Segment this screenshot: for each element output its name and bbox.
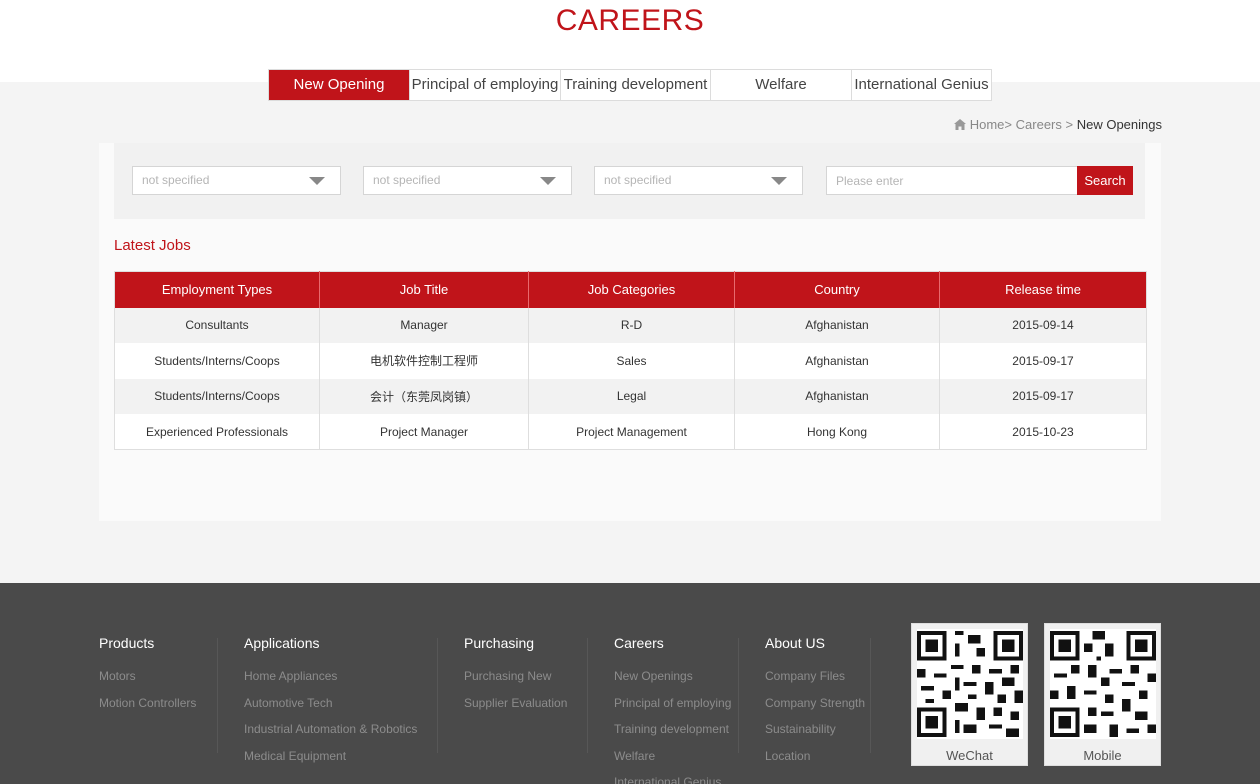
footer-link[interactable]: Industrial Automation & Robotics <box>244 716 417 743</box>
column-header-job-title: Job Title <box>319 271 529 308</box>
tab-training-development[interactable]: Training development <box>561 70 711 100</box>
cell-country: Hong Kong <box>734 414 940 450</box>
footer-col-about: About US Company Files Company Strength … <box>765 635 865 769</box>
footer-link[interactable]: Motion Controllers <box>99 690 196 717</box>
footer-link[interactable]: Welfare <box>614 743 731 770</box>
breadcrumb-careers[interactable]: Careers > <box>1016 117 1073 132</box>
footer-link[interactable]: Location <box>765 743 865 770</box>
job-category-select-value: not specified <box>373 173 441 187</box>
breadcrumb: Home> Careers > New Openings <box>953 117 1162 132</box>
page-title: CAREERS <box>555 4 705 37</box>
table-row[interactable]: Experienced Professionals Project Manage… <box>114 414 1147 450</box>
footer-col-purchasing: Purchasing Purchasing New Supplier Evalu… <box>464 635 567 716</box>
cell-country: Afghanistan <box>734 307 940 343</box>
tab-welfare[interactable]: Welfare <box>711 70 852 100</box>
chevron-down-icon <box>771 177 787 185</box>
cell-release-time: 2015-09-17 <box>1012 353 1074 368</box>
footer-link[interactable]: New Openings <box>614 663 731 690</box>
mobile-qr-code-icon <box>1050 629 1156 739</box>
home-icon <box>953 119 966 130</box>
footer: Products Motors Motion Controllers Appli… <box>0 583 1260 784</box>
employment-type-select-value: not specified <box>142 173 210 187</box>
mobile-qr-card: Mobile <box>1044 623 1161 766</box>
wechat-qr-card: WeChat <box>911 623 1028 766</box>
column-header-employment-types: Employment Types <box>114 271 320 308</box>
footer-heading-products[interactable]: Products <box>99 635 196 651</box>
wechat-qr-code-icon <box>917 629 1023 739</box>
cell-country: Afghanistan <box>734 378 940 414</box>
content-panel: not specified not specified not specifie… <box>99 143 1161 521</box>
footer-link[interactable]: International Genius <box>614 769 731 784</box>
cell-job-title[interactable]: Manager <box>319 307 529 343</box>
breadcrumb-home[interactable]: Home> <box>970 117 1012 132</box>
employment-type-select[interactable]: not specified <box>132 166 341 195</box>
table-row[interactable]: Students/Interns/Coops 电机软件控制工程师 Sales A… <box>114 343 1147 379</box>
cell-employment-type: Consultants <box>114 307 320 343</box>
tab-new-opening[interactable]: New Opening <box>269 70 410 100</box>
mobile-label: Mobile <box>1083 748 1122 763</box>
footer-heading-applications[interactable]: Applications <box>244 635 417 651</box>
breadcrumb-current: New Openings <box>1076 117 1162 132</box>
cell-job-title[interactable]: 电机软件控制工程师 <box>319 343 529 379</box>
filter-bar: not specified not specified not specifie… <box>114 143 1145 219</box>
table-row[interactable]: Students/Interns/Coops 会计（东莞凤岗镇） Legal A… <box>114 378 1147 414</box>
footer-divider <box>870 638 871 753</box>
career-tabs: New Opening Principal of employing Train… <box>268 69 992 101</box>
footer-col-applications: Applications Home Appliances Automotive … <box>244 635 417 769</box>
country-select-value: not specified <box>604 173 672 187</box>
cell-job-title[interactable]: Project Manager <box>319 414 529 450</box>
footer-link[interactable]: Company Files <box>765 663 865 690</box>
cell-job-category: Project Management <box>528 414 735 450</box>
footer-heading-purchasing[interactable]: Purchasing <box>464 635 567 651</box>
table-header-row: Employment Types Job Title Job Categorie… <box>114 271 1147 308</box>
tab-international-genius[interactable]: International Genius <box>852 70 991 100</box>
table-row[interactable]: Consultants Manager R-D Afghanistan 2015… <box>114 307 1147 343</box>
wechat-label: WeChat <box>946 748 993 763</box>
footer-link[interactable]: Home Appliances <box>244 663 417 690</box>
footer-link[interactable]: Motors <box>99 663 196 690</box>
column-header-country: Country <box>734 271 940 308</box>
footer-heading-careers[interactable]: Careers <box>614 635 731 651</box>
cell-job-category: Sales <box>528 343 735 379</box>
footer-link[interactable]: Purchasing New <box>464 663 567 690</box>
footer-divider <box>587 638 588 753</box>
jobs-table: Employment Types Job Title Job Categorie… <box>114 271 1147 450</box>
footer-divider <box>738 638 739 753</box>
cell-employment-type: Students/Interns/Coops <box>114 343 320 379</box>
cell-release-time: 2015-09-17 <box>1012 389 1074 404</box>
footer-link[interactable]: Sustainability <box>765 716 865 743</box>
latest-jobs-title: Latest Jobs <box>114 237 191 254</box>
footer-link[interactable]: Medical Equipment <box>244 743 417 770</box>
column-header-job-categories: Job Categories <box>528 271 735 308</box>
search-input[interactable] <box>826 166 1078 195</box>
footer-link[interactable]: Training development <box>614 716 731 743</box>
footer-divider <box>437 638 438 753</box>
cell-release-time: 2015-09-14 <box>1012 318 1074 333</box>
cell-job-title[interactable]: 会计（东莞凤岗镇） <box>319 378 529 414</box>
chevron-down-icon <box>309 177 325 185</box>
column-header-release-time: Release time <box>939 271 1147 308</box>
footer-heading-about[interactable]: About US <box>765 635 865 651</box>
cell-job-category: Legal <box>528 378 735 414</box>
footer-link[interactable]: Company Strength <box>765 690 865 717</box>
job-category-select[interactable]: not specified <box>363 166 572 195</box>
footer-link[interactable]: Supplier Evaluation <box>464 690 567 717</box>
country-select[interactable]: not specified <box>594 166 803 195</box>
footer-link[interactable]: Principal of employing <box>614 690 731 717</box>
cell-job-category: R-D <box>528 307 735 343</box>
footer-divider <box>217 638 218 753</box>
search-button[interactable]: Search <box>1077 166 1133 195</box>
cell-employment-type: Experienced Professionals <box>114 414 320 450</box>
footer-col-products: Products Motors Motion Controllers <box>99 635 196 716</box>
cell-country: Afghanistan <box>734 343 940 379</box>
chevron-down-icon <box>540 177 556 185</box>
footer-link[interactable]: Automotive Tech <box>244 690 417 717</box>
tab-principal-of-employing[interactable]: Principal of employing <box>410 70 561 100</box>
cell-employment-type: Students/Interns/Coops <box>114 378 320 414</box>
cell-release-time: 2015-10-23 <box>1012 424 1074 439</box>
footer-col-careers: Careers New Openings Principal of employ… <box>614 635 731 784</box>
